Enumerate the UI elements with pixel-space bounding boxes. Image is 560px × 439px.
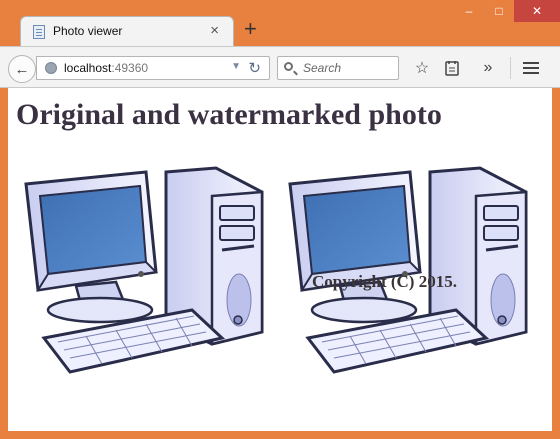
globe-icon <box>45 62 57 74</box>
tab-photo-viewer[interactable]: Photo viewer × <box>20 16 234 46</box>
search-placeholder: Search <box>303 61 342 75</box>
reload-icon[interactable]: ↻ <box>248 59 261 77</box>
close-tab-icon[interactable]: × <box>210 22 219 39</box>
title-bar: Photo viewer × + – □ ✕ <box>0 0 560 46</box>
url-text: localhost:49360 <box>64 61 148 75</box>
page-icon <box>33 25 45 39</box>
window-controls: – □ ✕ <box>454 0 560 22</box>
tab-title: Photo viewer <box>53 24 123 38</box>
browser-window: Photo viewer × + – □ ✕ ← localhost:49360… <box>0 0 560 439</box>
search-icon <box>284 62 293 71</box>
history-dropdown-icon[interactable]: ▼ <box>231 61 241 72</box>
arrow-left-icon: ← <box>14 60 30 78</box>
search-bar[interactable]: Search <box>277 56 399 80</box>
menu-icon[interactable] <box>521 58 541 78</box>
new-tab-button[interactable]: + <box>244 18 257 40</box>
watermark-text: Copyright (C) 2015. <box>312 272 457 291</box>
url-port: :49360 <box>111 61 149 75</box>
close-window-button[interactable]: ✕ <box>514 0 560 22</box>
back-button[interactable]: ← <box>8 55 36 83</box>
maximize-button[interactable]: □ <box>484 0 514 22</box>
original-photo <box>16 162 274 382</box>
page-content: Original and watermarked photo Copyright… <box>8 88 552 431</box>
bookmark-star-icon[interactable]: ☆ <box>412 58 432 78</box>
navigation-toolbar: ← localhost:49360 ▼ ↻ Search ☆ » <box>0 46 560 88</box>
overflow-chevron-icon[interactable]: » <box>478 58 498 78</box>
url-host: localhost <box>64 61 112 75</box>
watermarked-photo: Copyright (C) 2015. <box>280 162 538 382</box>
page-title: Original and watermarked photo <box>16 98 442 131</box>
toolbar-divider <box>510 57 511 79</box>
desktop-computer-icon <box>24 166 264 374</box>
address-bar[interactable]: localhost:49360 ▼ ↻ <box>36 56 270 80</box>
reading-list-icon[interactable] <box>442 58 462 78</box>
minimize-button[interactable]: – <box>454 0 484 22</box>
